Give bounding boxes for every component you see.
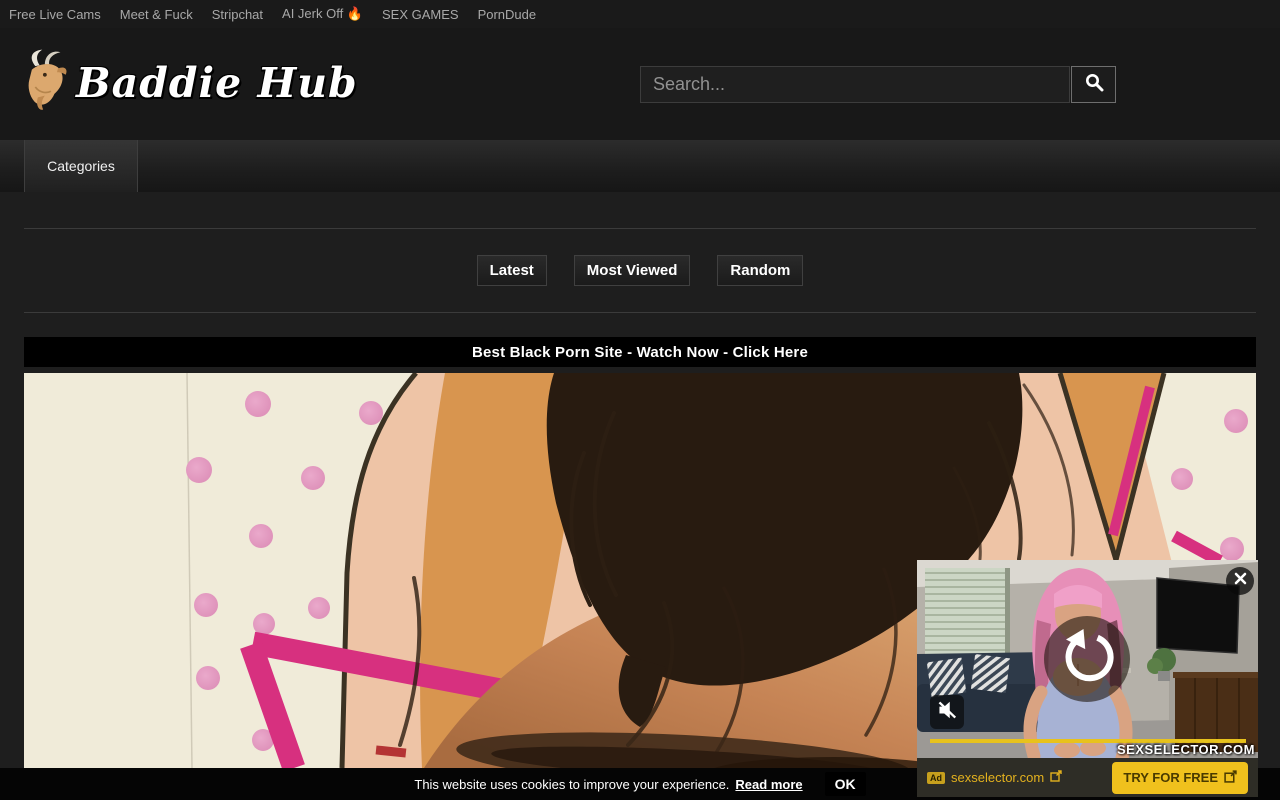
muted-speaker-icon: [936, 699, 958, 726]
text-ad-banner[interactable]: Best Black Porn Site - Watch Now - Click…: [24, 337, 1256, 367]
topbar: Free Live Cams Meet & Fuck Stripchat AI …: [0, 0, 1280, 28]
replay-icon: [1059, 629, 1115, 690]
divider-bottom: [24, 312, 1256, 313]
banner-text: Best Black Porn Site - Watch Now - Click…: [472, 344, 808, 361]
topbar-link-sex-games[interactable]: SEX GAMES: [382, 7, 459, 22]
ad-replay-button[interactable]: [1044, 616, 1130, 702]
topbar-link-free-live-cams[interactable]: Free Live Cams: [9, 7, 101, 22]
cookie-read-more-link[interactable]: Read more: [735, 777, 802, 792]
filter-latest-button[interactable]: Latest: [477, 255, 547, 286]
video-ad-overlay[interactable]: SEXSELECTOR.COM: [917, 560, 1258, 758]
topbar-link-porndude[interactable]: PornDude: [478, 7, 537, 22]
ad-info-bar: Ad sexselector.com TRY FOR FREE: [917, 758, 1258, 797]
page: Free Live Cams Meet & Fuck Stripchat AI …: [0, 0, 1280, 800]
site-logo[interactable]: Baddie Hub: [18, 48, 358, 117]
filter-most-viewed-button[interactable]: Most Viewed: [574, 255, 691, 286]
external-link-icon: [1050, 769, 1062, 787]
search-icon: [1084, 72, 1104, 97]
external-link-icon: [1224, 770, 1237, 786]
topbar-link-stripchat[interactable]: Stripchat: [212, 7, 263, 22]
try-for-free-button[interactable]: TRY FOR FREE: [1112, 762, 1248, 794]
ad-close-button[interactable]: [1226, 567, 1254, 595]
ad-mute-button[interactable]: [930, 695, 964, 729]
topbar-link-meet-and-fuck[interactable]: Meet & Fuck: [120, 7, 193, 22]
cookie-ok-button[interactable]: OK: [825, 772, 866, 796]
cookie-message: This website uses cookies to improve you…: [414, 777, 729, 792]
ad-link-text: sexselector.com: [951, 770, 1044, 785]
brand-title: Baddie Hub: [76, 59, 358, 107]
divider-top: [24, 228, 1256, 229]
ad-advertiser-link[interactable]: Ad sexselector.com: [927, 769, 1062, 787]
ad-watermark: SEXSELECTOR.COM: [1117, 742, 1255, 757]
search-button[interactable]: [1071, 66, 1116, 103]
header: Baddie Hub: [0, 28, 1280, 140]
cta-label: TRY FOR FREE: [1123, 770, 1218, 785]
close-icon: [1234, 572, 1247, 590]
filter-random-button[interactable]: Random: [717, 255, 803, 286]
nav-item-categories[interactable]: Categories: [24, 140, 138, 192]
search-input[interactable]: [640, 66, 1070, 103]
search-bar: [640, 66, 1116, 103]
goat-logo-icon: [18, 48, 70, 117]
filter-row: Latest Most Viewed Random: [0, 255, 1280, 286]
categories-label: Categories: [47, 158, 115, 174]
ad-badge: Ad: [927, 772, 945, 784]
main-nav: Categories: [0, 140, 1280, 192]
topbar-link-ai-jerk-off[interactable]: AI Jerk Off 🔥: [282, 6, 363, 22]
